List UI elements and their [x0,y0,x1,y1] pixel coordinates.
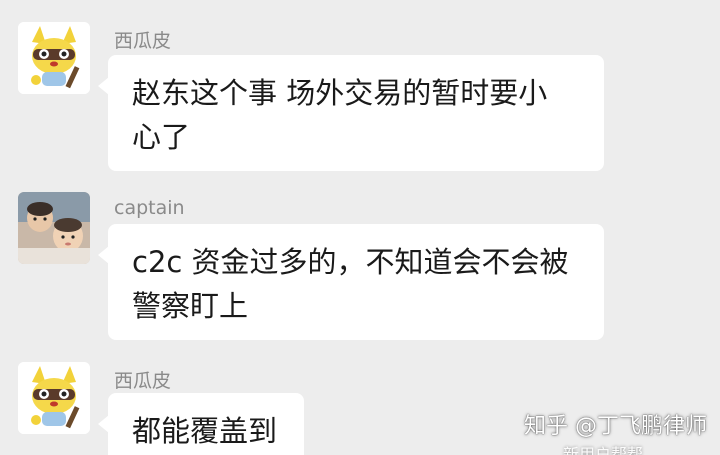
message-text-line: 都能覆盖到 [132,414,278,448]
cartoon-animal-avatar-icon[interactable] [18,362,90,434]
sender-name: 西瓜皮 [114,30,172,52]
message-text-line: 赵东这个事 场外交易的暂时要小 [132,76,548,110]
sender-name: captain [114,197,185,219]
zhihu-watermark: 知乎 @丁飞鹏律师 [524,414,707,439]
message-text-line: 心了 [132,120,191,154]
message-bubble[interactable]: 都能覆盖到 [98,393,304,455]
watermark-subtext: 新用户帮帮 [563,445,644,455]
photo-avatar-icon[interactable] [18,192,90,264]
message-text-line: 警察盯上 [132,289,249,323]
message-bubble[interactable]: 赵东这个事 场外交易的暂时要小 心了 [98,55,604,171]
chat-screen: 西瓜皮 赵东这个事 场外交易的暂时要小 心了 captain c2c 资金过多的… [0,0,720,455]
cartoon-animal-avatar-icon[interactable] [18,22,90,94]
message-bubble[interactable]: c2c 资金过多的，不知道会不会被 警察盯上 [98,224,604,340]
message-text-line: c2c 资金过多的，不知道会不会被 [132,245,569,279]
sender-name: 西瓜皮 [114,370,172,392]
